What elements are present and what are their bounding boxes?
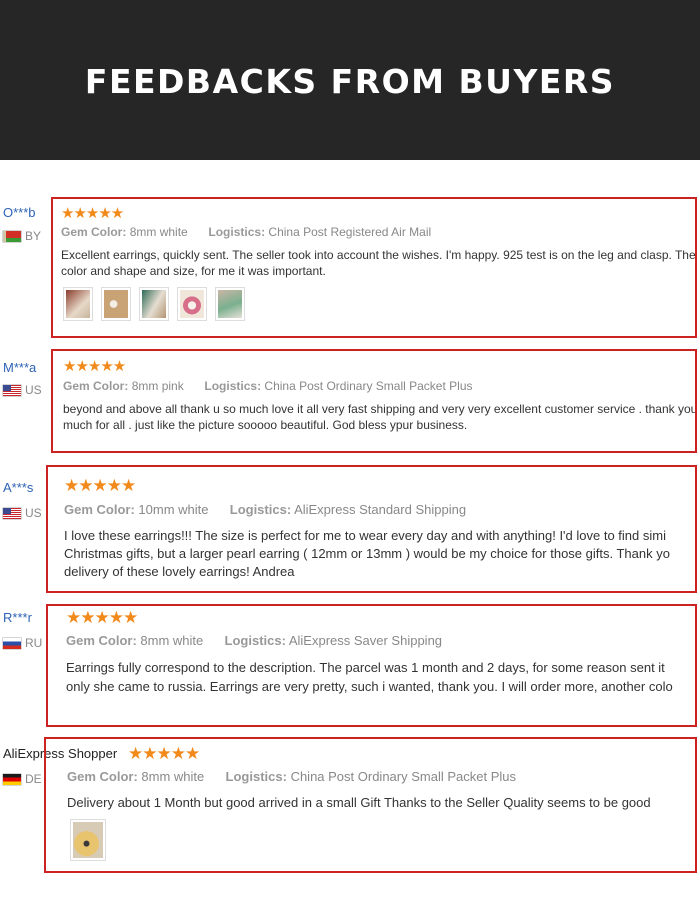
- review-photo-thumbnail[interactable]: [139, 287, 169, 321]
- rating-stars: ★★★★★: [64, 476, 136, 495]
- review-photo-thumbnail[interactable]: [63, 287, 93, 321]
- logistics-label: Logistics:: [225, 769, 287, 784]
- rating-stars: ★★★★★: [61, 205, 124, 222]
- review-card: ★★★★★ Gem Color: 8mm white Logistics: Ch…: [44, 737, 697, 873]
- gem-color-label: Gem Color:: [61, 225, 127, 239]
- review-text: I love these earrings!!! The size is per…: [64, 527, 695, 581]
- usa-flag-icon: [3, 384, 21, 396]
- gem-color-value: 8mm white: [129, 225, 188, 239]
- logistics-value: China Post Registered Air Mail: [268, 225, 432, 239]
- review-card: ★★★★★ Gem Color: 8mm pink Logistics: Chi…: [51, 349, 697, 453]
- gem-color-label: Gem Color:: [67, 769, 138, 784]
- logistics-value: China Post Ordinary Small Packet Plus: [290, 769, 516, 784]
- review-card: ★★★★★ Gem Color: 10mm white Logistics: A…: [46, 465, 697, 593]
- buyer-name[interactable]: R***r: [3, 610, 32, 625]
- review-card: ★★★★★ Gem Color: 8mm white Logistics: Al…: [46, 604, 697, 727]
- review-photo-thumbnail[interactable]: [101, 287, 131, 321]
- gem-color-label: Gem Color:: [66, 633, 137, 648]
- review-text-line: Christmas gifts, but a larger pearl earr…: [64, 546, 670, 561]
- review-text-line: much for all . just like the picture soo…: [63, 418, 468, 432]
- rating-stars: ★★★★★: [63, 358, 126, 375]
- review-meta: Gem Color: 8mm pink Logistics: China Pos…: [63, 379, 473, 393]
- gem-color-label: Gem Color:: [64, 502, 135, 517]
- review-text-line: color and shape and size, for me it was …: [61, 264, 326, 278]
- review-text-line: Earrings fully correspond to the descrip…: [66, 660, 665, 675]
- usa-flag-icon: [3, 507, 21, 519]
- belarus-flag-icon: [3, 230, 21, 242]
- review-photo-thumbnail[interactable]: [70, 819, 106, 861]
- country-code: US: [25, 506, 42, 520]
- review-text-line: Delivery about 1 Month but good arrived …: [67, 795, 651, 810]
- germany-flag-icon: [3, 773, 21, 785]
- review-text: Excellent earrings, quickly sent. The se…: [61, 247, 695, 279]
- country-code: RU: [25, 636, 43, 650]
- gem-color-value: 8mm white: [140, 633, 204, 648]
- buyer-country: BY: [3, 229, 41, 243]
- review-meta: Gem Color: 8mm white Logistics: China Po…: [67, 769, 516, 784]
- gem-color-value: 8mm pink: [131, 379, 184, 393]
- logistics-value: China Post Ordinary Small Packet Plus: [264, 379, 473, 393]
- rating-stars: ★★★★★: [66, 608, 138, 627]
- logistics-label: Logistics:: [229, 502, 292, 517]
- logistics-label: Logistics:: [204, 379, 262, 393]
- review-text: Delivery about 1 Month but good arrived …: [67, 794, 693, 812]
- rating-stars: ★★★★★: [128, 744, 200, 763]
- gem-color-label: Gem Color:: [63, 379, 129, 393]
- buyer-country: DE: [3, 772, 42, 786]
- gem-color-value: 8mm white: [141, 769, 205, 784]
- logistics-value: AliExpress Saver Shipping: [288, 633, 443, 648]
- review-photo-thumbnail[interactable]: [215, 287, 245, 321]
- logistics-label: Logistics:: [224, 633, 286, 648]
- logistics-value: AliExpress Standard Shipping: [294, 502, 467, 517]
- review-meta: Gem Color: 8mm white Logistics: China Po…: [61, 225, 431, 239]
- review-photos: [63, 287, 245, 321]
- review-text-line: only she came to russia. Earrings are ve…: [66, 679, 673, 694]
- russia-flag-icon: [3, 637, 21, 649]
- review-text-line: beyond and above all thank u so much lov…: [63, 402, 695, 416]
- page-header: FEEDBACKS FROM BUYERS: [0, 0, 700, 160]
- review-text-line: Excellent earrings, quickly sent. The se…: [61, 248, 695, 262]
- review-photo-thumbnail[interactable]: [177, 287, 207, 321]
- page-title: FEEDBACKS FROM BUYERS: [84, 61, 616, 101]
- buyer-name[interactable]: A***s: [3, 480, 33, 495]
- review-text-line: delivery of these lovely earrings! Andre…: [64, 564, 295, 579]
- buyer-country: US: [3, 506, 42, 520]
- gem-color-value: 10mm white: [138, 502, 209, 517]
- country-code: DE: [25, 772, 42, 786]
- review-meta: Gem Color: 8mm white Logistics: AliExpre…: [66, 633, 442, 648]
- buyer-country: RU: [3, 636, 42, 650]
- logistics-label: Logistics:: [208, 225, 266, 239]
- review-text: Earrings fully correspond to the descrip…: [66, 658, 695, 696]
- country-code: US: [25, 383, 42, 397]
- buyer-name[interactable]: M***a: [3, 360, 36, 375]
- buyer-name[interactable]: O***b: [3, 205, 36, 220]
- review-text-line: I love these earrings!!! The size is per…: [64, 528, 666, 543]
- buyer-country: US: [3, 383, 42, 397]
- review-photos: [70, 819, 106, 861]
- review-card: ★★★★★ Gem Color: 8mm white Logistics: Ch…: [51, 197, 697, 338]
- country-code: BY: [25, 229, 42, 243]
- review-text: beyond and above all thank u so much lov…: [63, 401, 695, 433]
- review-meta: Gem Color: 10mm white Logistics: AliExpr…: [64, 502, 466, 517]
